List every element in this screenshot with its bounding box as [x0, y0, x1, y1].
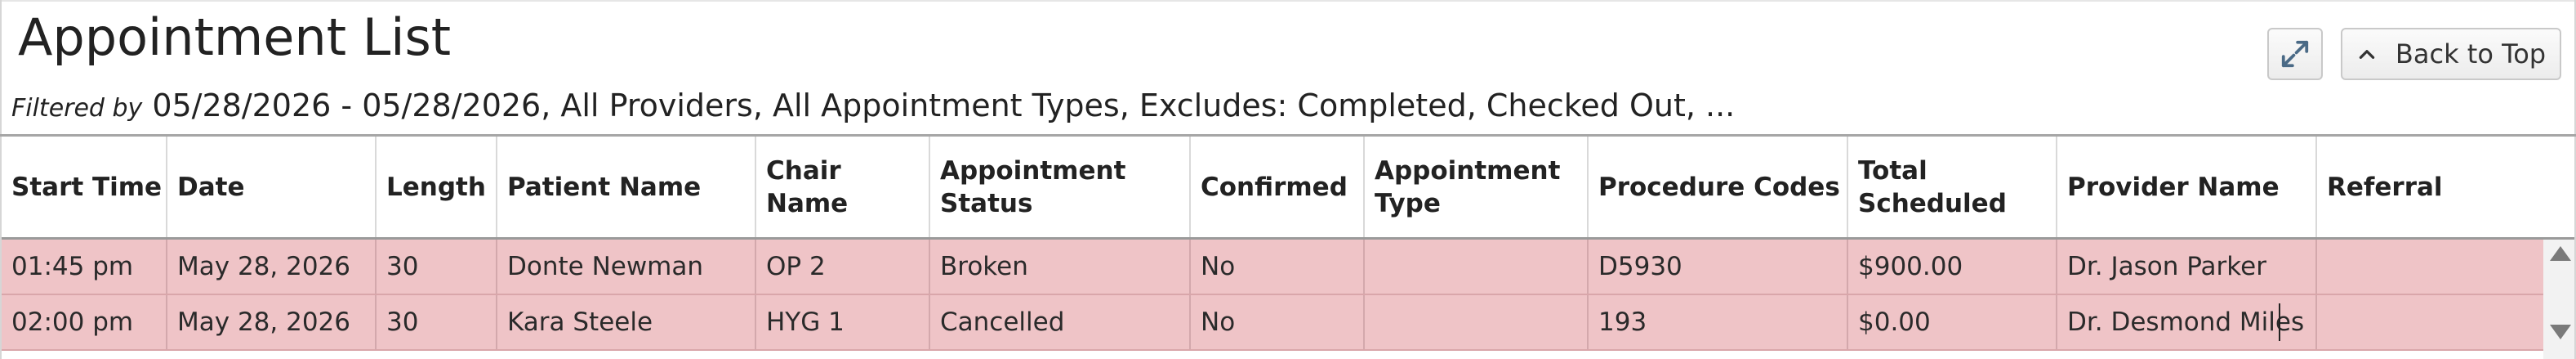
back-to-top-label: Back to Top	[2395, 38, 2547, 70]
text-cursor	[2279, 303, 2280, 341]
table-row[interactable]: 02:00 pm May 28, 2026 30 Kara Steele HYG…	[2, 295, 2543, 351]
cell-appointment-status: Cancelled	[930, 295, 1191, 349]
column-header-referral[interactable]: Referral	[2317, 137, 2574, 237]
cell-confirmed: No	[1191, 295, 1365, 349]
scroll-up-arrow-icon[interactable]	[2550, 246, 2571, 261]
cell-chair-name: HYG 1	[756, 295, 930, 349]
cell-start-time: 01:45 pm	[2, 240, 167, 294]
column-header-appointment-type[interactable]: Appointment Type	[1365, 137, 1589, 237]
column-header-start-time[interactable]: Start Time	[2, 137, 167, 237]
column-header-total-scheduled[interactable]: Total Scheduled	[1848, 137, 2057, 237]
filter-summary: Filtered by 05/28/2026 - 05/28/2026, All …	[11, 85, 1735, 132]
expand-button[interactable]	[2267, 28, 2323, 80]
column-header-date[interactable]: Date	[167, 137, 377, 237]
scroll-down-arrow-icon[interactable]	[2550, 325, 2571, 339]
column-header-appointment-status[interactable]: Appointment Status	[930, 137, 1191, 237]
cell-procedure-codes: 193	[1589, 295, 1848, 349]
cell-patient-name: Kara Steele	[497, 295, 756, 349]
cell-procedure-codes: D5930	[1589, 240, 1848, 294]
cell-length: 30	[377, 295, 497, 349]
cell-start-time: 02:00 pm	[2, 295, 167, 349]
chevron-up-icon	[2359, 50, 2375, 59]
cell-chair-name: OP 2	[756, 240, 930, 294]
column-header-patient-name[interactable]: Patient Name	[497, 137, 756, 237]
cell-provider-name: Dr. Jason Parker	[2057, 240, 2317, 294]
cell-date: May 28, 2026	[167, 295, 377, 349]
cell-appointment-status: Broken	[930, 240, 1191, 294]
cell-appointment-type	[1365, 295, 1589, 349]
cell-referral	[2317, 295, 2543, 349]
column-header-chair-name[interactable]: Chair Name	[756, 137, 930, 237]
filter-label: Filtered by	[11, 94, 143, 123]
expand-icon	[2281, 40, 2309, 68]
column-header-provider-name[interactable]: Provider Name	[2057, 137, 2317, 237]
cell-confirmed: No	[1191, 240, 1365, 294]
column-header-length[interactable]: Length	[377, 137, 497, 237]
cell-total-scheduled: $900.00	[1848, 240, 2057, 294]
cell-total-scheduled: $0.00	[1848, 295, 2057, 349]
cell-patient-name: Donte Newman	[497, 240, 756, 294]
filter-text: 05/28/2026 - 05/28/2026, All Providers, …	[152, 88, 1736, 123]
cell-appointment-type	[1365, 240, 1589, 294]
cell-date: May 28, 2026	[167, 240, 377, 294]
back-to-top-button[interactable]: Back to Top	[2341, 28, 2561, 80]
panel-top-border	[0, 0, 2576, 2]
table-row[interactable]: 01:45 pm May 28, 2026 30 Donte Newman OP…	[2, 240, 2543, 295]
page-title: Appointment List	[18, 7, 452, 67]
column-header-procedure-codes[interactable]: Procedure Codes	[1589, 137, 1848, 237]
cell-referral	[2317, 240, 2543, 294]
table-header-row: Start Time Date Length Patient Name Chai…	[2, 137, 2574, 240]
column-header-confirmed[interactable]: Confirmed	[1191, 137, 1365, 237]
cell-length: 30	[377, 240, 497, 294]
